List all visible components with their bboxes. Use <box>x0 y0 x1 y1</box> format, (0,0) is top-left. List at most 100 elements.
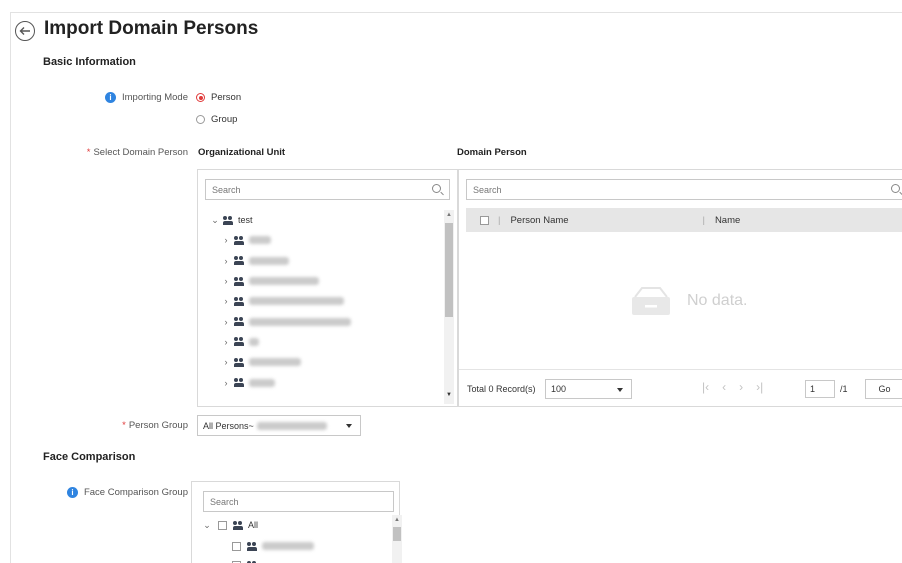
face-scrollbar[interactable]: ▲ <box>392 515 402 563</box>
tree-checkbox[interactable] <box>218 520 227 530</box>
scroll-up-icon[interactable]: ▲ <box>446 212 452 218</box>
face-comparison-panel: Search ⌄ All ▲ <box>191 481 402 563</box>
table-header: | Person Name | Name <box>466 208 902 232</box>
prev-page-icon[interactable]: ‹ <box>722 380 726 394</box>
person-group-label: * Person Group <box>122 420 188 431</box>
redacted-text <box>256 421 327 430</box>
redacted-text <box>249 277 319 286</box>
empty-state-text: No data. <box>687 292 748 309</box>
radio-person-indicator[interactable] <box>196 93 205 102</box>
import-domain-persons-page: Import Domain Persons Basic Information … <box>10 12 902 563</box>
chevron-right-icon[interactable]: › <box>221 235 231 245</box>
scroll-thumb[interactable] <box>393 527 401 541</box>
org-unit-panel: Search ⌄ test › › › › › › › › ▲ ▼ <box>197 169 458 407</box>
column-name[interactable]: Name <box>715 215 740 226</box>
tree-row[interactable]: › <box>210 332 435 352</box>
page-number-input[interactable]: 1 <box>805 380 835 398</box>
pagination-nav: |‹ ‹ › ›| <box>702 380 763 394</box>
face-tree-row[interactable] <box>232 536 314 556</box>
chevron-down-icon[interactable]: ⌄ <box>202 520 212 531</box>
chevron-right-icon[interactable]: › <box>221 296 231 306</box>
face-tree-row-root[interactable]: ⌄ All <box>202 515 258 535</box>
tree-row[interactable]: › <box>210 352 435 372</box>
radio-group-indicator[interactable] <box>196 115 205 124</box>
redacted-text <box>249 337 259 346</box>
person-group-icon <box>234 337 246 347</box>
search-icon[interactable] <box>432 184 441 193</box>
scroll-down-icon[interactable]: ▼ <box>446 392 452 398</box>
person-group-icon <box>234 235 246 245</box>
tree-row[interactable]: › <box>210 291 435 311</box>
page-title: Import Domain Persons <box>44 18 259 39</box>
person-group-select[interactable]: All Persons~ <box>197 415 361 436</box>
redacted-text <box>249 297 344 306</box>
person-group-icon <box>234 296 246 306</box>
info-icon[interactable]: i <box>104 92 116 103</box>
tree-row[interactable]: › <box>210 311 435 331</box>
person-group-icon <box>247 541 259 551</box>
redacted-text <box>249 256 289 265</box>
radio-group[interactable]: Group <box>196 114 237 125</box>
redacted-text <box>249 236 271 245</box>
chevron-right-icon[interactable]: › <box>221 378 231 388</box>
footer-divider <box>459 369 902 370</box>
tree-row[interactable]: › <box>210 230 435 250</box>
chevron-right-icon[interactable]: › <box>221 317 231 327</box>
person-group-icon <box>234 357 246 367</box>
chevron-down-icon[interactable]: ⌄ <box>210 215 220 226</box>
radio-person[interactable]: Person <box>196 92 241 103</box>
tree-row[interactable]: › <box>210 372 435 392</box>
redacted-text <box>249 317 351 326</box>
caret-down-icon[interactable] <box>617 388 623 392</box>
chevron-right-icon[interactable]: › <box>221 256 231 266</box>
empty-state: No data. <box>629 285 747 317</box>
domain-person-search-input[interactable]: Search <box>466 179 902 200</box>
org-unit-title: Organizational Unit <box>198 147 286 158</box>
scroll-thumb[interactable] <box>445 223 453 317</box>
person-group-icon <box>234 256 246 266</box>
tree-row-root[interactable]: ⌄ test <box>210 210 435 230</box>
first-page-icon[interactable]: |‹ <box>702 380 709 394</box>
scroll-up-icon[interactable]: ▲ <box>394 517 400 523</box>
tree-checkbox[interactable] <box>232 541 241 551</box>
chevron-right-icon[interactable]: › <box>221 357 231 367</box>
face-comparison-search-input[interactable]: Search <box>203 491 394 512</box>
search-icon[interactable] <box>891 184 900 193</box>
tree-row[interactable]: › <box>210 271 435 291</box>
last-page-icon[interactable]: ›| <box>756 380 763 394</box>
tree-root-label: All <box>248 520 259 531</box>
redacted-text <box>262 542 314 551</box>
face-comparison-heading: Face Comparison <box>43 451 136 463</box>
redacted-text <box>249 378 275 387</box>
radio-group-label: Group <box>211 114 238 125</box>
caret-down-icon[interactable] <box>346 424 352 428</box>
select-all-checkbox[interactable] <box>480 215 489 225</box>
chevron-right-icon[interactable]: › <box>221 337 231 347</box>
org-unit-tree: ⌄ test › › › › › › › › <box>210 210 435 393</box>
person-group-icon <box>223 215 235 225</box>
folder-empty-icon <box>632 287 670 315</box>
person-group-icon <box>234 317 246 327</box>
column-person-name[interactable]: Person Name <box>510 215 690 226</box>
face-comparison-group-label: i Face Comparison Group <box>51 487 188 498</box>
domain-person-title: Domain Person <box>457 147 527 158</box>
chevron-right-icon[interactable]: › <box>221 276 231 286</box>
page-size-select[interactable]: 100 <box>545 379 632 399</box>
person-group-icon <box>234 276 246 286</box>
redacted-text <box>249 358 301 367</box>
info-icon[interactable]: i <box>66 487 78 498</box>
tree-row[interactable]: › <box>210 251 435 271</box>
next-page-icon[interactable]: › <box>739 380 743 394</box>
radio-person-label: Person <box>211 92 242 103</box>
org-unit-scrollbar[interactable]: ▲ ▼ <box>444 210 454 404</box>
total-records: Total 0 Record(s) <box>467 384 536 394</box>
go-button[interactable]: Go <box>865 379 902 399</box>
page-total: /1 <box>840 384 848 394</box>
org-unit-search-input[interactable]: Search <box>205 179 450 200</box>
basic-information-heading: Basic Information <box>43 56 136 68</box>
person-group-icon <box>234 378 246 388</box>
select-domain-person-label: * Select Domain Person <box>86 147 188 158</box>
face-tree-row[interactable] <box>232 558 262 563</box>
person-group-icon <box>233 520 245 530</box>
back-arrow-icon[interactable] <box>15 21 35 41</box>
